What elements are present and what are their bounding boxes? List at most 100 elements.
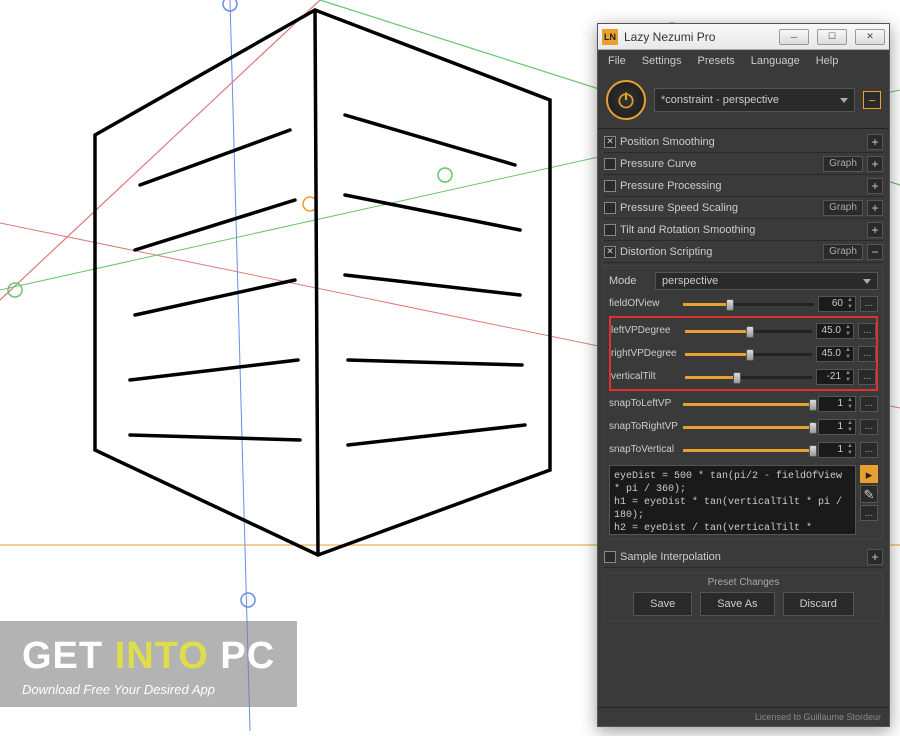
save-as-button[interactable]: Save As xyxy=(700,592,774,616)
graph-button[interactable]: Graph xyxy=(823,200,863,216)
save-button[interactable]: Save xyxy=(633,592,692,616)
mode-value: perspective xyxy=(662,275,718,287)
script-textarea[interactable]: eyeDist = 500 * tan(pi/2 - fieldOfView *… xyxy=(609,465,856,535)
watermark-word-2: INTO xyxy=(115,635,209,677)
checkbox[interactable] xyxy=(604,158,616,170)
section-label: Tilt and Rotation Smoothing xyxy=(620,224,863,236)
param-label: leftVPDegree xyxy=(611,325,681,336)
minimize-button[interactable]: ─ xyxy=(779,29,809,45)
collapse-preset-button[interactable]: − xyxy=(863,91,881,109)
power-button[interactable] xyxy=(606,80,646,120)
options-button[interactable]: ... xyxy=(858,369,876,385)
param-label: snapToLeftVP xyxy=(609,398,679,409)
section-label: Pressure Speed Scaling xyxy=(620,202,819,214)
param-label: rightVPDegree xyxy=(611,348,681,359)
checkbox[interactable]: ✕ xyxy=(604,136,616,148)
param-value-input[interactable]: 60▲▼ xyxy=(818,296,856,312)
expand-button[interactable]: + xyxy=(867,134,883,150)
expand-button[interactable]: + xyxy=(867,549,883,565)
checkbox[interactable] xyxy=(604,202,616,214)
options-button[interactable]: ... xyxy=(858,323,876,339)
param-snaptorightvp: snapToRightVP 1▲▼ ... xyxy=(609,415,878,438)
menu-language[interactable]: Language xyxy=(743,51,808,71)
options-button[interactable]: ... xyxy=(860,442,878,458)
slider[interactable] xyxy=(683,443,814,457)
param-value-input[interactable]: 45.0▲▼ xyxy=(816,346,854,362)
param-fieldofview: fieldOfView 60▲▼ ... xyxy=(609,292,878,315)
section-label: Sample Interpolation xyxy=(620,551,863,563)
collapse-button[interactable]: − xyxy=(867,244,883,260)
titlebar[interactable]: LN Lazy Nezumi Pro ─ ☐ ✕ xyxy=(598,24,889,50)
expand-button[interactable]: + xyxy=(867,200,883,216)
param-value-input[interactable]: 1▲▼ xyxy=(818,442,856,458)
section-label: Position Smoothing xyxy=(620,136,863,148)
menu-settings[interactable]: Settings xyxy=(634,51,690,71)
power-icon xyxy=(616,90,636,110)
script-edit-button[interactable]: ✎ xyxy=(860,485,878,503)
section-pressure-speed-scaling: Pressure Speed Scaling Graph + xyxy=(604,197,883,219)
script-options-button[interactable]: ... xyxy=(860,505,878,521)
maximize-button[interactable]: ☐ xyxy=(817,29,847,45)
options-button[interactable]: ... xyxy=(858,346,876,362)
slider[interactable] xyxy=(685,370,812,384)
graph-button[interactable]: Graph xyxy=(823,244,863,260)
close-button[interactable]: ✕ xyxy=(855,29,885,45)
watermark-tagline: Download Free Your Desired App xyxy=(22,682,275,697)
script-block: eyeDist = 500 * tan(pi/2 - fieldOfView *… xyxy=(609,465,878,535)
preset-changes-header: Preset Changes xyxy=(609,577,878,588)
slider[interactable] xyxy=(685,324,812,338)
param-value-input[interactable]: 1▲▼ xyxy=(818,396,856,412)
menu-file[interactable]: File xyxy=(600,51,634,71)
slider[interactable] xyxy=(683,397,814,411)
param-value-input[interactable]: -21▲▼ xyxy=(816,369,854,385)
section-label: Distortion Scripting xyxy=(620,246,819,258)
section-distortion-scripting: ✕ Distortion Scripting Graph − xyxy=(604,241,883,263)
license-text: Licensed to Guillaume Stordeur xyxy=(598,707,889,726)
window-title: Lazy Nezumi Pro xyxy=(624,30,773,44)
param-label: fieldOfView xyxy=(609,298,679,309)
slider[interactable] xyxy=(683,420,814,434)
menu-presets[interactable]: Presets xyxy=(689,51,742,71)
checkbox[interactable] xyxy=(604,180,616,192)
mode-row: Mode perspective xyxy=(609,270,878,292)
param-label: verticalTilt xyxy=(611,371,681,382)
param-value-input[interactable]: 45.0▲▼ xyxy=(816,323,854,339)
options-button[interactable]: ... xyxy=(860,419,878,435)
chevron-down-icon xyxy=(840,98,848,103)
graph-button[interactable]: Graph xyxy=(823,156,863,172)
section-pressure-processing: Pressure Processing + xyxy=(604,175,883,197)
slider[interactable] xyxy=(685,347,812,361)
app-window: LN Lazy Nezumi Pro ─ ☐ ✕ File Settings P… xyxy=(597,23,890,727)
checkbox[interactable] xyxy=(604,224,616,236)
param-verticaltilt: verticalTilt -21▲▼ ... xyxy=(611,365,876,388)
options-button[interactable]: ... xyxy=(860,396,878,412)
toolbar: *constraint - perspective − xyxy=(598,72,889,129)
mode-label: Mode xyxy=(609,275,649,287)
app-icon: LN xyxy=(602,29,618,45)
section-tilt-rotation-smoothing: Tilt and Rotation Smoothing + xyxy=(604,219,883,241)
watermark-word-3: PC xyxy=(220,635,275,677)
script-run-button[interactable]: ▸ xyxy=(860,465,878,483)
expand-button[interactable]: + xyxy=(867,178,883,194)
preset-changes-panel: Preset Changes Save Save As Discard xyxy=(604,572,883,621)
checkbox[interactable]: ✕ xyxy=(604,246,616,258)
section-sample-interpolation: Sample Interpolation + xyxy=(604,546,883,568)
param-snaptovertical: snapToVertical 1▲▼ ... xyxy=(609,438,878,461)
checkbox[interactable] xyxy=(604,551,616,563)
menu-help[interactable]: Help xyxy=(808,51,847,71)
param-rightvpdegree: rightVPDegree 45.0▲▼ ... xyxy=(611,342,876,365)
section-pressure-curve: Pressure Curve Graph + xyxy=(604,153,883,175)
options-button[interactable]: ... xyxy=(860,296,878,312)
watermark: GET INTO PC Download Free Your Desired A… xyxy=(0,621,297,707)
param-leftvpdegree: leftVPDegree 45.0▲▼ ... xyxy=(611,319,876,342)
slider[interactable] xyxy=(683,297,814,311)
watermark-word-1: GET xyxy=(22,635,103,677)
expand-button[interactable]: + xyxy=(867,156,883,172)
param-value-input[interactable]: 1▲▼ xyxy=(818,419,856,435)
discard-button[interactable]: Discard xyxy=(783,592,854,616)
param-label: snapToVertical xyxy=(609,444,679,455)
section-label: Pressure Curve xyxy=(620,158,819,170)
preset-select[interactable]: *constraint - perspective xyxy=(654,88,855,112)
mode-select[interactable]: perspective xyxy=(655,272,878,290)
expand-button[interactable]: + xyxy=(867,222,883,238)
